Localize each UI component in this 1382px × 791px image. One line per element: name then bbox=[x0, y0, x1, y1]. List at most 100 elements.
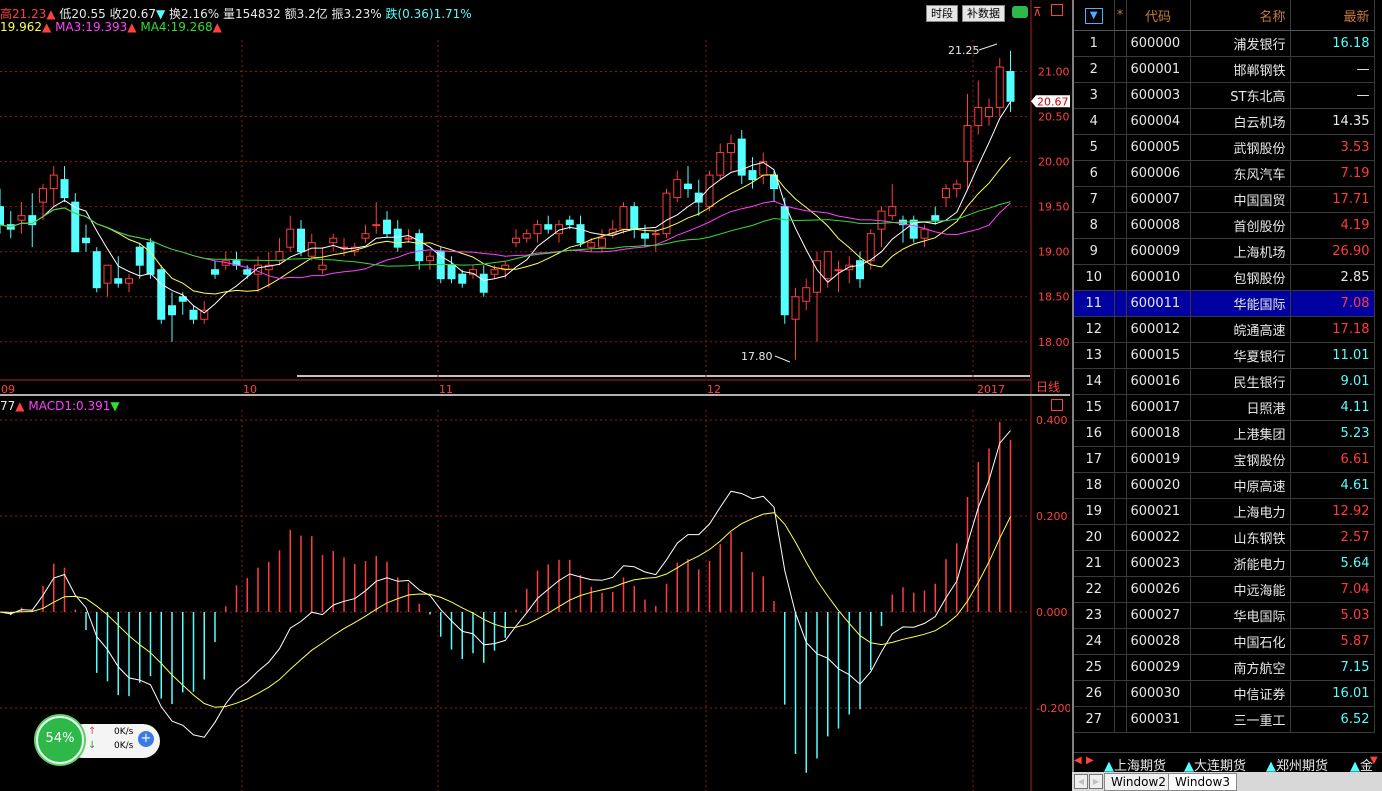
stock-price: 7.08 bbox=[1290, 290, 1375, 317]
connection-icon[interactable] bbox=[1012, 6, 1028, 18]
candle-body bbox=[931, 215, 940, 221]
table-row[interactable]: 17 600019 宝钢股份 6.61 bbox=[1074, 446, 1375, 473]
col-name[interactable]: 名称 bbox=[1190, 0, 1291, 31]
candle-body bbox=[39, 188, 47, 203]
col-flag[interactable]: * bbox=[1114, 0, 1127, 31]
stock-code: 600026 bbox=[1126, 576, 1191, 603]
stock-name: 日照港 bbox=[1190, 394, 1291, 421]
table-row[interactable]: 24 600028 中国石化 5.87 bbox=[1074, 628, 1375, 655]
candle-body bbox=[383, 219, 391, 235]
stock-code: 600016 bbox=[1126, 368, 1191, 395]
stock-name: 浙能电力 bbox=[1190, 550, 1291, 577]
table-row[interactable]: 18 600020 中原高速 4.61 bbox=[1074, 472, 1375, 499]
add-icon[interactable]: + bbox=[138, 731, 154, 747]
table-row[interactable]: 1 600000 浦发银行 16.18 bbox=[1074, 30, 1375, 57]
window-next-icon[interactable]: ▶ bbox=[1089, 774, 1103, 789]
maximize-icon[interactable] bbox=[1051, 4, 1063, 16]
stock-name: ST东北高 bbox=[1190, 82, 1291, 109]
amount-value: 额3.2亿 bbox=[284, 7, 328, 21]
table-row[interactable]: 27 600031 三一重工 6.52 bbox=[1074, 706, 1375, 733]
row-number: 15 bbox=[1074, 394, 1115, 421]
table-row[interactable]: 16 600018 上港集团 5.23 bbox=[1074, 420, 1375, 447]
candle-body bbox=[522, 233, 531, 239]
table-row[interactable]: 10 600010 包钢股份 2.85 bbox=[1074, 264, 1375, 291]
candle-body bbox=[157, 269, 166, 320]
table-row[interactable]: 23 600027 华电国际 5.03 bbox=[1074, 602, 1375, 629]
row-number: 3 bbox=[1074, 82, 1115, 109]
table-row[interactable]: 15 600017 日照港 4.11 bbox=[1074, 394, 1375, 421]
row-number: 18 bbox=[1074, 472, 1115, 499]
candle-body bbox=[49, 174, 58, 190]
market-tabs: ◀ ▶ ▲上海期货 ▲大连期货 ▲郑州期货 ▲金 ▼ bbox=[1074, 752, 1382, 774]
upload-arrow-icon: ↑ bbox=[88, 726, 97, 737]
table-row[interactable]: 12 600012 皖通高速 17.18 bbox=[1074, 316, 1375, 343]
macd-maximize-icon[interactable] bbox=[1051, 399, 1063, 411]
candle-body bbox=[963, 125, 972, 163]
table-row[interactable]: 20 600022 山东钢铁 2.57 bbox=[1074, 524, 1375, 551]
table-row[interactable]: 4 600004 白云机场 14.35 bbox=[1074, 108, 1375, 135]
table-row[interactable]: 7 600007 中国国贸 17.71 bbox=[1074, 186, 1375, 213]
candle-body bbox=[168, 305, 176, 316]
candle-body bbox=[780, 206, 789, 316]
row-number: 1 bbox=[1074, 30, 1115, 57]
tab-scroll-icon[interactable]: ▼ bbox=[1370, 755, 1378, 766]
stock-chart[interactable]: 21.00 20.50 20.00 19.50 19.00 18.50 18.00 09 10 1… bbox=[0, 0, 1070, 791]
row-flag bbox=[1114, 394, 1127, 421]
table-row[interactable]: 19 600021 上海电力 12.92 bbox=[1074, 498, 1375, 525]
table-row[interactable]: 13 600015 华夏银行 11.01 bbox=[1074, 342, 1375, 369]
candle-body bbox=[866, 233, 875, 262]
table-row[interactable]: 8 600008 首创股份 4.19 bbox=[1074, 212, 1375, 239]
col-code[interactable]: 代码 bbox=[1126, 0, 1191, 31]
tab-prev-icon[interactable]: ◀ bbox=[1074, 755, 1082, 766]
row-flag bbox=[1114, 420, 1127, 447]
dropdown-icon[interactable]: ▼ bbox=[1084, 7, 1103, 24]
candle-body bbox=[748, 170, 757, 181]
collapse-icon[interactable]: ⊼ bbox=[1033, 5, 1042, 19]
stock-price: 7.04 bbox=[1290, 576, 1375, 603]
candle-body bbox=[60, 179, 69, 199]
window-prev-icon[interactable]: ◀ bbox=[1074, 774, 1088, 789]
candle-body bbox=[329, 237, 338, 244]
chart-area[interactable]: 21.00 20.50 20.00 19.50 19.00 18.50 18.00 09 10 1… bbox=[0, 0, 1070, 791]
high-value: 高21.23 bbox=[0, 7, 47, 21]
table-row[interactable]: 11 600011 华能国际 7.08 bbox=[1074, 290, 1375, 317]
network-speed-widget[interactable]: 54% ↑ 0K/s ↓ 0K/s + bbox=[36, 716, 162, 764]
table-row[interactable]: 9 600009 上海机场 26.90 bbox=[1074, 238, 1375, 265]
change-value: 跌(0.36)1.71% bbox=[385, 7, 472, 21]
table-row[interactable]: 5 600005 武钢股份 3.53 bbox=[1074, 134, 1375, 161]
upload-speed: 0K/s bbox=[114, 727, 134, 737]
supplement-data-button[interactable]: 补数据 bbox=[962, 5, 1005, 22]
row-number: 11 bbox=[1074, 290, 1115, 317]
macd-value: MACD1:0.391 bbox=[28, 399, 111, 413]
stock-code: 600000 bbox=[1126, 30, 1191, 57]
table-row[interactable]: 22 600026 中远海能 7.04 bbox=[1074, 576, 1375, 603]
col-price[interactable]: 最新 bbox=[1290, 0, 1375, 31]
sort-menu-button[interactable]: ▼ bbox=[1074, 0, 1115, 31]
table-row[interactable]: 3 600003 ST东北高 — bbox=[1074, 82, 1375, 109]
table-row[interactable]: 2 600001 邯郸钢铁 — bbox=[1074, 56, 1375, 83]
stock-price: 4.19 bbox=[1290, 212, 1375, 239]
stock-name: 三一重工 bbox=[1190, 706, 1291, 733]
tab-window2[interactable]: Window2 bbox=[1104, 773, 1173, 791]
candle-body bbox=[533, 224, 542, 235]
stock-name: 上海电力 bbox=[1190, 498, 1291, 525]
period-button[interactable]: 时段 bbox=[926, 5, 958, 22]
table-row[interactable]: 26 600030 中信证券 16.01 bbox=[1074, 680, 1375, 707]
price-tick-label: 18.00 bbox=[1038, 336, 1070, 349]
table-row[interactable]: 25 600029 南方航空 7.15 bbox=[1074, 654, 1375, 681]
tab-window3[interactable]: Window3 bbox=[1168, 773, 1237, 791]
row-number: 5 bbox=[1074, 134, 1115, 161]
stock-price: — bbox=[1290, 56, 1375, 83]
usage-gauge: 54% bbox=[36, 716, 84, 764]
candle-body bbox=[393, 228, 402, 248]
time-tick-label: 11 bbox=[439, 383, 453, 396]
row-number: 23 bbox=[1074, 602, 1115, 629]
tab-next-icon[interactable]: ▶ bbox=[1086, 755, 1094, 766]
table-row[interactable]: 6 600006 东风汽车 7.19 bbox=[1074, 160, 1375, 187]
table-row[interactable]: 14 600016 民生银行 9.01 bbox=[1074, 368, 1375, 395]
stock-price: 17.71 bbox=[1290, 186, 1375, 213]
price-tick-label: 20.50 bbox=[1038, 111, 1070, 124]
table-row[interactable]: 21 600023 浙能电力 5.64 bbox=[1074, 550, 1375, 577]
stock-name: 山东钢铁 bbox=[1190, 524, 1291, 551]
candle-body bbox=[995, 66, 1004, 109]
